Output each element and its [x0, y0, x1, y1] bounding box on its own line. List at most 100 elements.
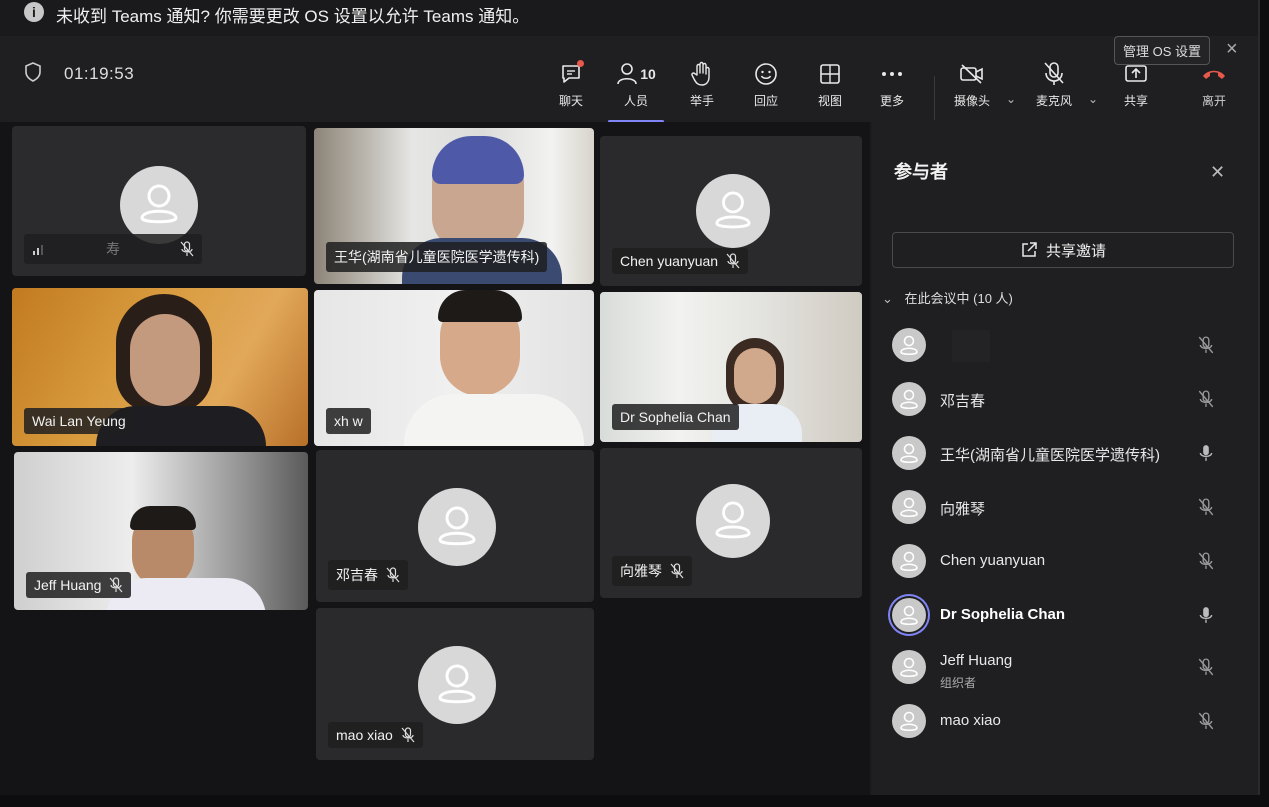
- participant-name-tag: 邓吉春: [328, 560, 408, 590]
- meeting-toolbar: 01:19:53 管理 OS 设置 × 聊天 10 人员 举手 回应 视图 更多…: [0, 36, 1258, 123]
- participant-name: 向雅琴: [940, 501, 986, 518]
- camera-options-chevron-icon[interactable]: ⌄: [1006, 92, 1016, 106]
- avatar: [696, 174, 770, 248]
- participant-name: Dr Sophelia Chan: [940, 606, 1066, 623]
- participant-name: 邓吉春: [940, 393, 986, 410]
- mic-off-icon: [1198, 712, 1214, 730]
- participant-row[interactable]: Jeff Huang 组织者: [892, 644, 1222, 692]
- participant-row[interactable]: mao xiao: [892, 698, 1222, 746]
- mic-label: 麦克风: [1035, 94, 1072, 108]
- mic-off-icon: [726, 253, 740, 269]
- signal-icon: [33, 245, 43, 255]
- leave-button[interactable]: 离开: [1184, 60, 1244, 109]
- mic-button[interactable]: 麦克风: [1024, 60, 1084, 109]
- participant-name-tag: Wai Lan Yeung: [24, 408, 134, 434]
- participant-name-tag: Dr Sophelia Chan: [612, 404, 739, 430]
- view-button[interactable]: 视图: [800, 60, 860, 109]
- raise-hand-label: 举手: [689, 94, 714, 108]
- people-button[interactable]: 10 人员: [606, 60, 666, 123]
- avatar: [892, 598, 926, 632]
- video-tile[interactable]: Jeff Huang: [14, 452, 308, 610]
- video-tile[interactable]: Chen yuanyuan: [600, 136, 862, 286]
- video-tile[interactable]: 王华(湖南省儿童医院医学遗传科): [314, 128, 594, 284]
- participant-name-tag: xh w: [326, 408, 371, 434]
- toolbar-divider: [934, 76, 935, 120]
- chat-label: 聊天: [558, 94, 583, 108]
- participant-name-tag: Chen yuanyuan: [612, 248, 749, 274]
- info-icon: i: [24, 2, 44, 22]
- video-tile[interactable]: 邓吉春: [316, 450, 594, 602]
- video-tile[interactable]: 寿: [12, 126, 306, 276]
- mic-on-icon: [1199, 445, 1213, 461]
- people-icon: [617, 63, 638, 85]
- share-screen-icon: [1125, 65, 1147, 82]
- video-tile-active-speaker[interactable]: Dr Sophelia Chan: [600, 292, 862, 442]
- avatar: [892, 490, 926, 524]
- more-button[interactable]: 更多: [862, 60, 922, 109]
- mic-off-icon: [1198, 658, 1214, 676]
- mic-options-chevron-icon[interactable]: ⌄: [1088, 92, 1098, 106]
- participant-name: mao xiao: [940, 712, 1001, 729]
- mic-off-icon: [1198, 498, 1214, 516]
- in-meeting-section-label: 在此会议中 (10 人): [904, 291, 1013, 306]
- share-button[interactable]: 共享: [1106, 60, 1166, 109]
- avatar: [892, 436, 926, 470]
- avatar: [892, 704, 926, 738]
- mic-off-icon: [110, 577, 123, 593]
- avatar: [418, 646, 496, 724]
- participant-name-tag: mao xiao: [328, 722, 423, 748]
- share-invite-label: 共享邀请: [1045, 242, 1106, 260]
- notification-close-icon[interactable]: ×: [1226, 38, 1238, 61]
- smiley-icon: [755, 63, 777, 85]
- participant-name-tag: 向雅琴: [612, 556, 692, 586]
- camera-label: 摄像头: [953, 94, 990, 108]
- video-tile[interactable]: 向雅琴: [600, 448, 862, 598]
- participant-name: Jeff Huang: [940, 652, 1013, 669]
- raise-hand-button[interactable]: 举手: [672, 60, 732, 109]
- participant-role: 组织者: [940, 676, 977, 690]
- react-button[interactable]: 回应: [736, 60, 796, 109]
- mic-on-icon: [1199, 607, 1213, 623]
- mic-off-icon: [1198, 390, 1214, 408]
- camera-button[interactable]: 摄像头: [942, 60, 1002, 109]
- mic-off-icon: [386, 567, 400, 583]
- participant-row[interactable]: [892, 322, 1222, 370]
- share-invite-button[interactable]: 共享邀请: [892, 232, 1234, 268]
- camera-off-icon: [960, 64, 983, 84]
- in-meeting-section-toggle[interactable]: ⌄ 在此会议中 (10 人): [882, 288, 1013, 307]
- avatar: [892, 382, 926, 416]
- unread-badge: [577, 60, 584, 67]
- meeting-timer: 01:19:53: [64, 64, 135, 83]
- participant-name: Chen yuanyuan: [940, 552, 1046, 569]
- video-tile[interactable]: Wai Lan Yeung: [12, 288, 308, 446]
- participant-row[interactable]: 向雅琴: [892, 484, 1222, 532]
- mic-off-icon: [670, 563, 684, 579]
- share-label: 共享: [1123, 94, 1148, 108]
- participant-row[interactable]: 王华(湖南省儿童医院医学遗传科): [892, 430, 1222, 478]
- participant-row[interactable]: Chen yuanyuan: [892, 538, 1222, 586]
- video-tile[interactable]: mao xiao: [316, 608, 594, 760]
- view-label: 视图: [817, 94, 842, 108]
- panel-title: 参与者: [894, 162, 948, 182]
- leave-label: 离开: [1201, 94, 1226, 108]
- participant-row-speaking[interactable]: Dr Sophelia Chan: [892, 592, 1222, 640]
- hang-up-icon: [1203, 70, 1225, 79]
- avatar: [892, 544, 926, 578]
- avatar: [418, 488, 496, 566]
- shield-icon: [25, 62, 41, 82]
- panel-close-icon[interactable]: ✕: [1210, 162, 1225, 183]
- notification-message: 未收到 Teams 通知? 你需要更改 OS 设置以允许 Teams 通知。: [56, 7, 530, 26]
- people-count: 10: [640, 66, 656, 82]
- grid-view-icon: [820, 64, 840, 84]
- react-label: 回应: [753, 94, 778, 108]
- avatar: [892, 650, 926, 684]
- video-tile[interactable]: xh w: [314, 290, 594, 446]
- video-grid: 寿 王华(湖南省儿童医院医学遗传科) Chen yuanyuan Wai Lan…: [0, 122, 870, 795]
- avatar: [120, 166, 198, 244]
- participant-name: [952, 330, 990, 362]
- mic-off-icon: [401, 727, 415, 743]
- hand-icon: [691, 61, 710, 86]
- participant-row[interactable]: 邓吉春: [892, 376, 1222, 424]
- participant-name: 王华(湖南省儿童医院医学遗传科): [940, 447, 1160, 464]
- chat-button[interactable]: 聊天: [541, 60, 601, 109]
